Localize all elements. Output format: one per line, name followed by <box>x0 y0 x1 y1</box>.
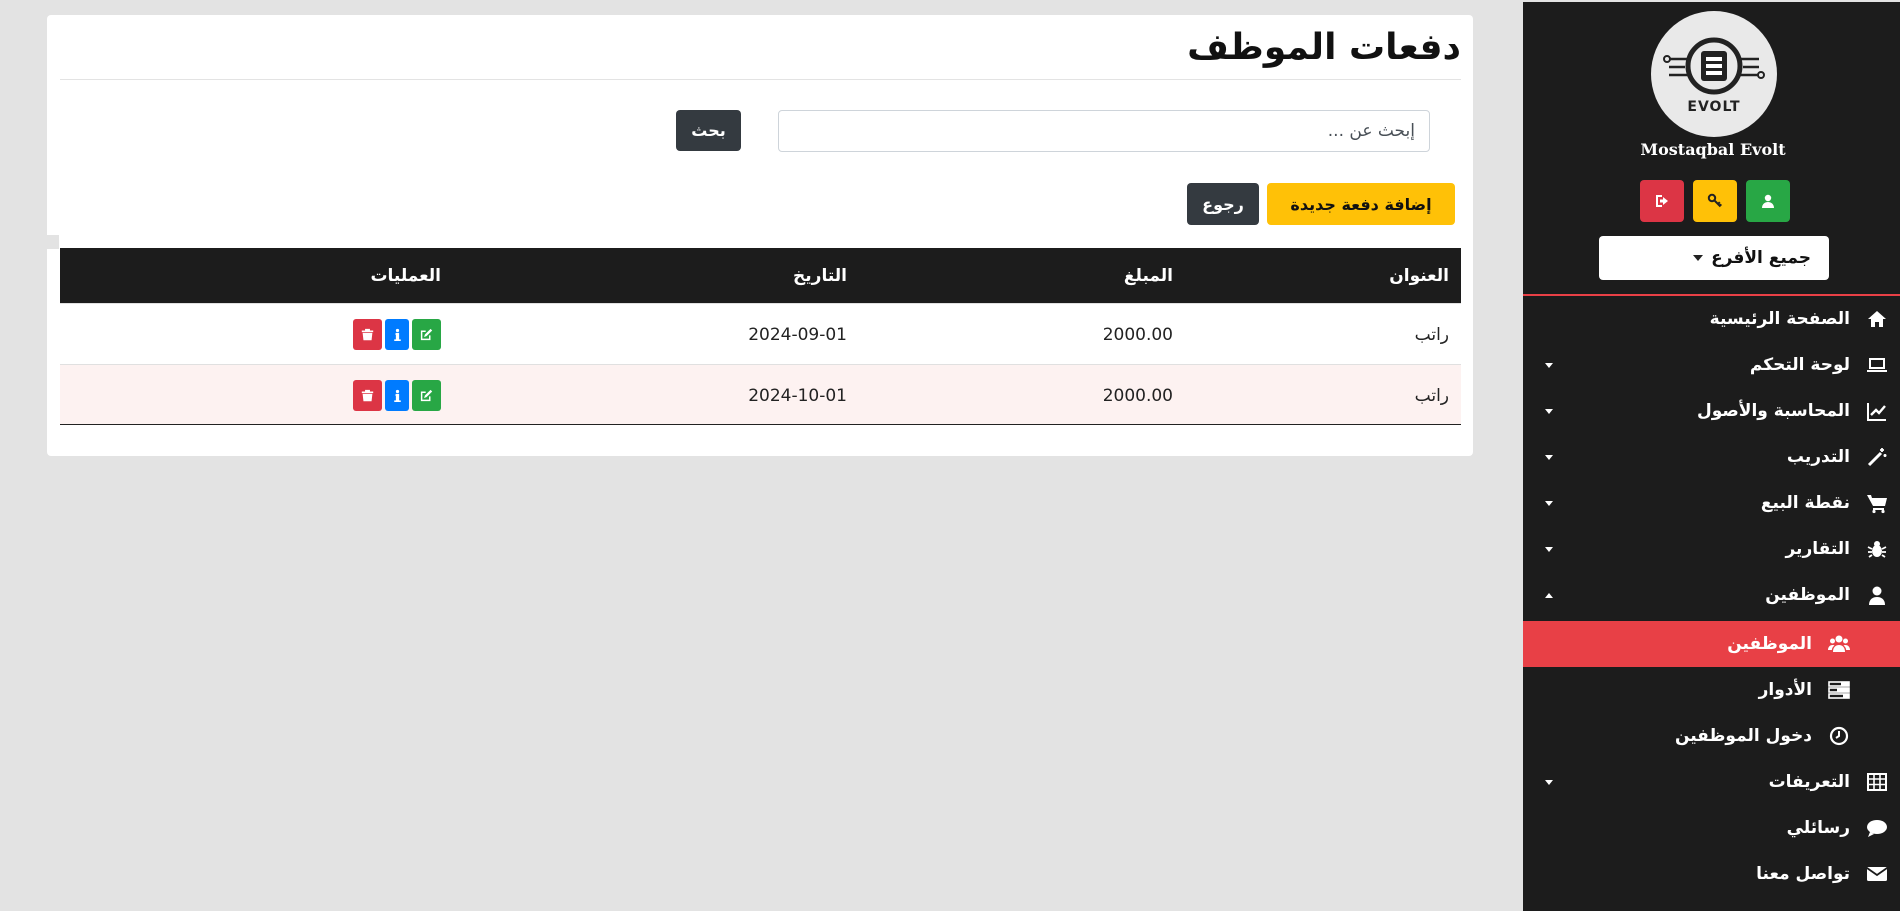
evolt-logo-icon: EVOLT <box>1663 37 1765 115</box>
edit-icon <box>420 389 433 402</box>
magic-wand-icon <box>1864 444 1890 470</box>
back-button[interactable]: رجوع <box>1187 183 1259 225</box>
sign-out-icon <box>1656 195 1668 207</box>
caret-down-icon <box>1545 500 1553 506</box>
branch-select[interactable]: جميع الأفرع <box>1599 236 1829 280</box>
line-chart-icon <box>1864 398 1890 424</box>
cell-date: 2024-10-01 <box>748 385 847 406</box>
table-row: راتب 2000.00 2024-10-01 <box>60 364 1461 425</box>
sidebar-item-label: الصفحة الرئيسية <box>1709 309 1850 329</box>
cell-title: راتب <box>1414 324 1449 345</box>
cell-date: 2024-09-01 <box>748 324 847 345</box>
payments-card: دفعات الموظف بحث رجوع إضافة دفعة جديدة ا… <box>47 15 1473 456</box>
caret-down-icon <box>1545 362 1553 368</box>
tasks-icon <box>1826 677 1852 703</box>
caret-up-icon <box>1545 592 1553 598</box>
comment-icon <box>1864 815 1890 841</box>
sidebar-item-label: لوحة التحكم <box>1749 355 1850 375</box>
caret-down-icon <box>1545 454 1553 460</box>
table-icon <box>1864 769 1890 795</box>
logo[interactable]: EVOLT <box>1651 11 1777 137</box>
change-password-button[interactable] <box>1693 180 1737 222</box>
logout-button[interactable] <box>1640 180 1684 222</box>
sidebar-subitem-label: الأدوار <box>1758 680 1812 700</box>
add-payment-button[interactable]: إضافة دفعة جديدة <box>1267 183 1455 225</box>
cell-operations <box>353 304 441 365</box>
delete-button[interactable] <box>353 319 382 350</box>
sidebar-item-label: نقطة البيع <box>1760 493 1850 513</box>
cell-operations <box>353 365 441 426</box>
search-input[interactable] <box>778 110 1430 152</box>
profile-button[interactable] <box>1746 180 1790 222</box>
sidebar-item-label: التعريفات <box>1768 772 1850 792</box>
caret-down-icon <box>1545 546 1553 552</box>
edit-button[interactable] <box>412 380 441 411</box>
user-icon <box>1762 194 1774 208</box>
title-divider <box>60 79 1461 80</box>
sidebar-item-employees[interactable]: الموظفين <box>1523 572 1900 618</box>
sidebar-subitem-label: دخول الموظفين <box>1674 726 1812 746</box>
info-button[interactable] <box>385 319 409 350</box>
clock-icon <box>1826 723 1852 749</box>
svg-text:EVOLT: EVOLT <box>1687 99 1740 115</box>
brand-name: Mostaqbal Evolt <box>1640 140 1786 159</box>
cell-title: راتب <box>1414 385 1449 406</box>
key-icon <box>1707 193 1723 208</box>
header-operations: العمليات <box>370 265 441 286</box>
caret-down-icon <box>1545 779 1553 785</box>
info-icon <box>393 389 401 402</box>
cell-amount: 2000.00 <box>1102 385 1173 406</box>
bug-icon <box>1864 536 1890 562</box>
header-amount: المبلغ <box>1123 265 1173 286</box>
header-date: التاريخ <box>793 265 847 286</box>
sidebar-item-label: الموظفين <box>1765 585 1850 605</box>
sidebar-item-reports[interactable]: التقارير <box>1523 526 1900 572</box>
sidebar-item-home[interactable]: الصفحة الرئيسية <box>1523 296 1900 342</box>
sidebar-item-pos[interactable]: نقطة البيع <box>1523 480 1900 526</box>
caret-down-icon <box>1545 408 1553 414</box>
sidebar-subitem-label: الموظفين <box>1727 634 1812 654</box>
sidebar-item-dashboard[interactable]: لوحة التحكم <box>1523 342 1900 388</box>
sidebar-item-definitions[interactable]: التعريفات <box>1523 759 1900 805</box>
info-button[interactable] <box>385 380 409 411</box>
card-notch <box>47 235 59 249</box>
user-actions <box>1640 180 1790 222</box>
edit-button[interactable] <box>412 319 441 350</box>
trash-icon <box>361 328 374 341</box>
table-header: العنوان المبلغ التاريخ العمليات <box>60 248 1461 303</box>
laptop-icon <box>1864 352 1890 378</box>
envelope-icon <box>1864 861 1890 887</box>
sidebar-subitem-roles[interactable]: الأدوار <box>1523 667 1900 713</box>
cart-icon <box>1864 490 1890 516</box>
sidebar-item-contact[interactable]: تواصل معنا <box>1523 851 1900 897</box>
sidebar-item-accounting[interactable]: المحاسبة والأصول <box>1523 388 1900 434</box>
table-row: راتب 2000.00 2024-09-01 <box>60 303 1461 364</box>
home-icon <box>1864 306 1890 332</box>
chevron-down-icon <box>1693 255 1704 261</box>
header-title: العنوان <box>1389 265 1449 286</box>
branch-select-value: جميع الأفرع <box>1711 248 1811 268</box>
sidebar-item-label: رسائلي <box>1786 818 1850 838</box>
users-icon <box>1826 631 1852 657</box>
sidebar-item-label: التقارير <box>1785 539 1850 559</box>
payments-table: العنوان المبلغ التاريخ العمليات راتب 200… <box>60 248 1461 425</box>
info-icon <box>393 328 401 341</box>
sidebar-item-label: تواصل معنا <box>1756 864 1850 884</box>
sidebar-item-label: المحاسبة والأصول <box>1696 401 1850 421</box>
trash-icon <box>361 389 374 402</box>
search-button[interactable]: بحث <box>676 110 741 151</box>
user-icon <box>1864 582 1890 608</box>
page-title: دفعات الموظف <box>1187 27 1461 68</box>
sidebar-subitem-employees[interactable]: الموظفين <box>1523 621 1900 667</box>
sidebar-item-label: التدريب <box>1786 447 1850 467</box>
sidebar-subitem-attendance[interactable]: دخول الموظفين <box>1523 713 1900 759</box>
sidebar-item-messages[interactable]: رسائلي <box>1523 805 1900 851</box>
cell-amount: 2000.00 <box>1102 324 1173 345</box>
edit-icon <box>420 328 433 341</box>
delete-button[interactable] <box>353 380 382 411</box>
sidebar-item-training[interactable]: التدريب <box>1523 434 1900 480</box>
sidebar: EVOLT Mostaqbal Evolt جميع الأفرع الصفحة… <box>1523 2 1900 911</box>
